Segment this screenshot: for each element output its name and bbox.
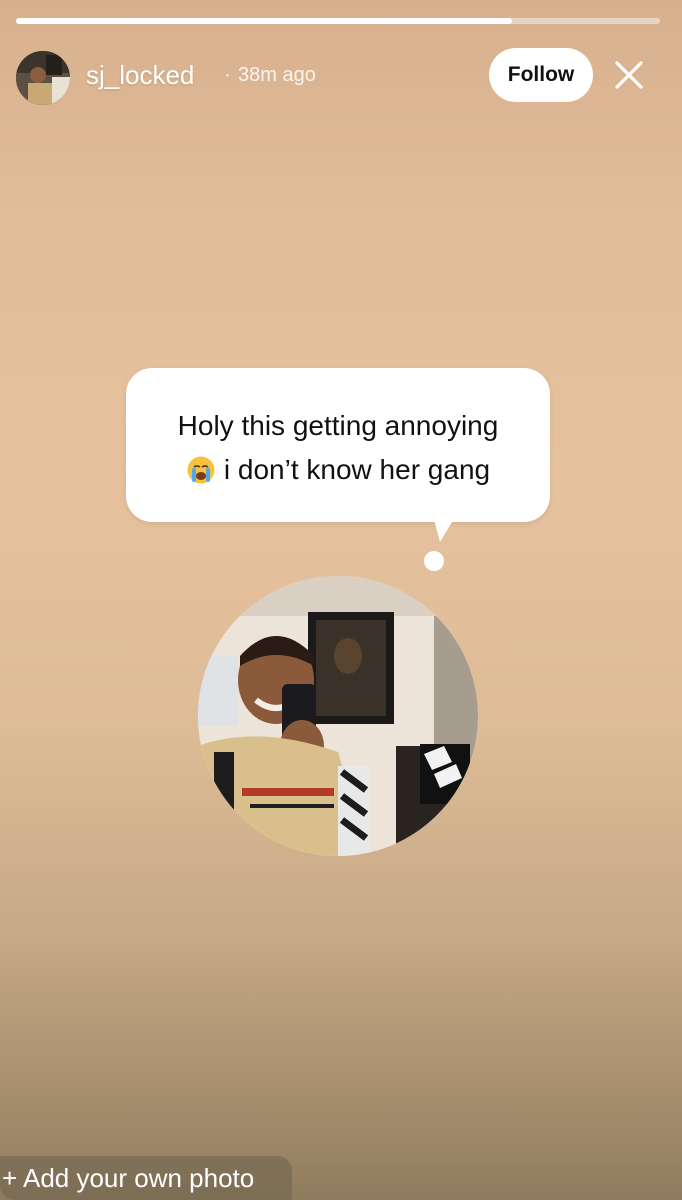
thought-line-2: i don’t know her gang: [126, 448, 550, 492]
post-time: 38m ago: [238, 64, 316, 86]
separator-dot: ·: [224, 64, 231, 86]
avatar[interactable]: [16, 51, 70, 105]
thought-bubble-text: Holy this getting annoying i don’t know …: [126, 404, 550, 492]
crying-face-icon: [186, 454, 216, 484]
add-your-own-photo-button[interactable]: + Add your own photo: [0, 1156, 292, 1200]
thought-line-1: Holy this getting annoying: [177, 410, 499, 441]
story-progress-fill: [16, 18, 512, 24]
thought-bubble-tail: [432, 512, 458, 542]
username[interactable]: sj_locked: [86, 60, 194, 91]
close-icon[interactable]: [612, 58, 646, 92]
story-header: sj_locked · 38m ago Follow: [16, 48, 666, 106]
profile-photo[interactable]: [198, 576, 478, 856]
thought-bubble: Holy this getting annoying i don’t know …: [126, 368, 550, 522]
story-viewer[interactable]: sj_locked · 38m ago Follow Holy this get…: [0, 0, 682, 1200]
follow-button[interactable]: Follow: [489, 48, 593, 102]
story-progress-bar: [16, 18, 660, 24]
thought-bubble-dot: [424, 551, 444, 571]
thought-line-2-text: i don’t know her gang: [223, 454, 491, 485]
